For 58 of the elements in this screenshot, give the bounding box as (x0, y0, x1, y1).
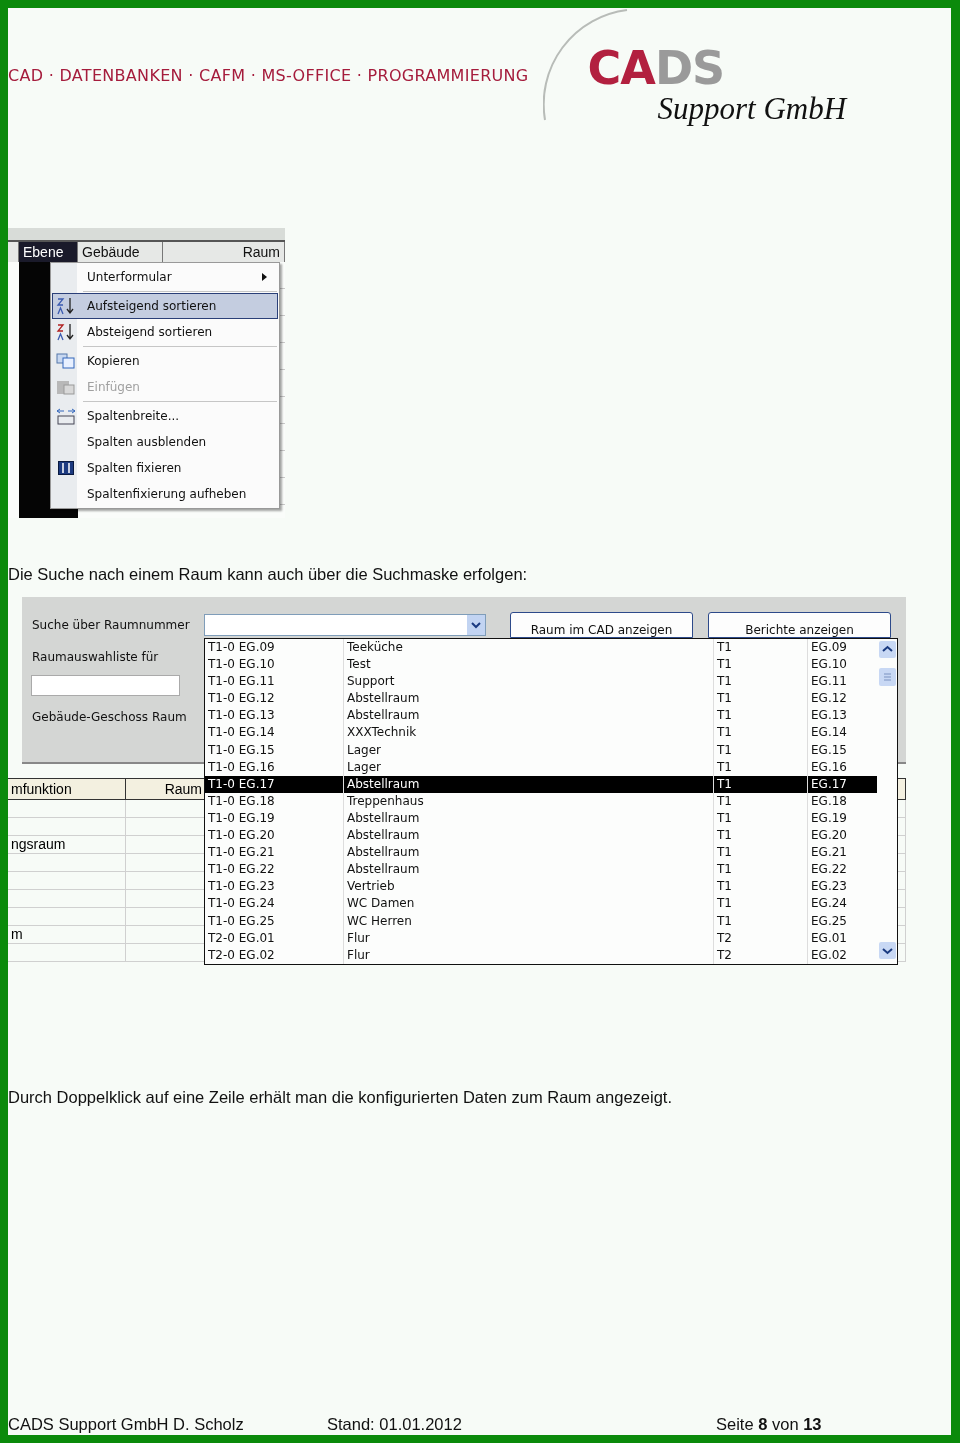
menu-item[interactable]: Spalten fixieren (52, 455, 278, 481)
paste-icon (56, 379, 76, 395)
dropdown-row[interactable]: T1-0 EG.25 WC Herren T1 EG.25 (205, 912, 877, 930)
paragraph: Die Suche nach einem Raum kann auch über die Suchmaske erfolgen: (8, 564, 529, 584)
list-label: Raumauswahliste für (32, 650, 159, 664)
scroll-down-icon[interactable] (878, 942, 896, 959)
menu-item[interactable]: Spalten ausblenden (52, 429, 278, 455)
menu-item[interactable]: Kopieren (52, 348, 278, 374)
dropdown-row[interactable]: T2-0 EG.02 Flur T2 EG.02 (205, 946, 877, 964)
footer-date: Stand: 01.01.2012 (327, 1415, 463, 1435)
dropdown-row[interactable]: T1-0 EG.20 Abstellraum T1 EG.20 (205, 827, 877, 845)
sort-descending-icon (56, 323, 76, 341)
logo-wordmark: CADS (587, 42, 726, 94)
tagline: CAD · DATENBANKEN · CAFM · MS-OFFICE · PROGRAMMIERUNG (8, 66, 529, 85)
dropdown-row[interactable]: T1-0 EG.11 Support T1 EG.11 (205, 673, 877, 691)
menu-item[interactable]: Spaltenbreite... (52, 403, 278, 429)
freeze-columns-icon (58, 461, 74, 475)
form-button[interactable]: Raum im CAD anzeigen (510, 612, 693, 638)
input-field[interactable] (31, 675, 180, 696)
menu-item[interactable]: Absteigend sortieren (52, 319, 278, 345)
footer-author: CADS Support GmbH D. Scholz (8, 1415, 245, 1435)
dropdown-row[interactable]: T1-0 EG.12 Abstellraum T1 EG.12 (205, 690, 877, 708)
copy-icon (56, 353, 76, 369)
dropdown-row[interactable]: T1-0 EG.21 Abstellraum T1 EG.21 (205, 844, 877, 862)
dropdown-row[interactable]: T1-0 EG.13 Abstellraum T1 EG.13 (205, 707, 877, 725)
menu-item[interactable]: Unterformular (52, 264, 278, 290)
column-header: mfunktion (8, 778, 126, 800)
submenu-arrow-icon (262, 273, 267, 281)
menu-item[interactable]: Spaltenfixierung aufheben (52, 481, 278, 507)
dropdown-row[interactable]: T1-0 EG.18 Treppenhaus T1 EG.18 (205, 792, 877, 810)
dropdown-row[interactable]: T1-0 EG.09 Teeküche T1 EG.09 (205, 639, 877, 657)
dropdown-row[interactable]: T1-0 EG.10 Test T1 EG.10 (205, 656, 877, 674)
search-label: Suche über Raumnummer (32, 618, 190, 632)
dropdown-row[interactable]: T1-0 EG.19 Abstellraum T1 EG.19 (205, 809, 877, 828)
table-cell: m (8, 926, 126, 944)
column-width-icon (56, 407, 76, 425)
dropdown-row[interactable]: T1-0 EG.15 Lager T1 EG.15 (205, 741, 877, 759)
footer-page-number: Seite 8 von 13 (716, 1415, 823, 1435)
scrollbar-thumb-icon[interactable] (878, 668, 896, 686)
dropdown-row[interactable]: T2-0 EG.01 Flur T2 EG.01 (205, 929, 877, 947)
dropdown-row[interactable]: T1-0 EG.16 Lager T1 EG.16 (205, 758, 877, 776)
column-header: Raum (126, 778, 206, 800)
dropdown-row[interactable]: T1-0 EG.22 Abstellraum T1 EG.22 (205, 861, 877, 879)
paragraph: Durch Doppelklick auf eine Zeile erhält man die konfigurierten Daten zum Raum angezeigt. (8, 1087, 673, 1107)
column-label: Gebäude-Geschoss (32, 710, 148, 724)
dropdown-row[interactable]: T1-0 EG.17 Abstellraum T1 EG.17 (205, 775, 877, 793)
scroll-up-icon[interactable] (878, 641, 896, 658)
room-number-combobox[interactable] (204, 614, 486, 636)
table-cell: ngsraum (8, 836, 126, 854)
logo-subtitle: Support GmbH (657, 94, 847, 124)
dropdown-row[interactable]: T1-0 EG.24 WC Damen T1 EG.24 (205, 895, 877, 913)
dropdown-row[interactable]: T1-0 EG.14 XXXTechnik T1 EG.14 (205, 724, 877, 742)
sort-ascending-icon (56, 297, 76, 315)
menu-item[interactable]: Aufsteigend sortieren (52, 293, 278, 319)
dropdown-row[interactable]: T1-0 EG.23 Vertrieb T1 EG.23 (205, 878, 877, 896)
column-header: Ebene (19, 242, 78, 262)
form-button[interactable]: Berichte anzeigen (708, 612, 891, 638)
column-label: Raum (152, 710, 187, 724)
